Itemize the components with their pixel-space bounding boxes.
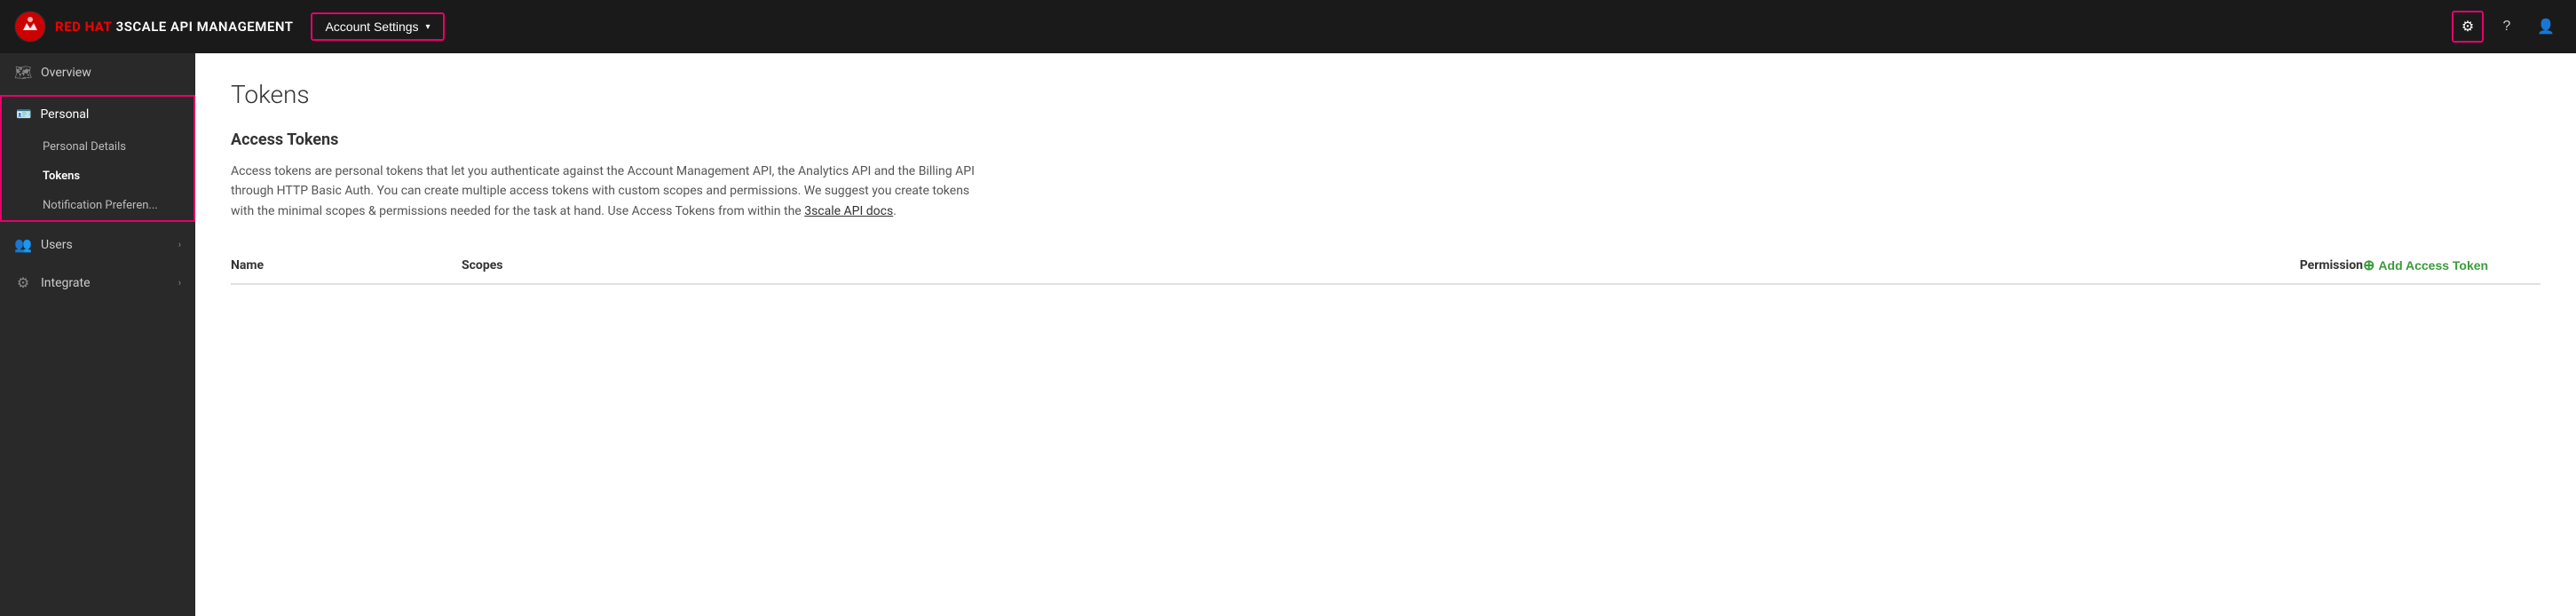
sidebar-item-personal-details[interactable]: Personal Details bbox=[2, 132, 194, 162]
access-tokens-section-title: Access Tokens bbox=[231, 130, 2540, 149]
integrate-arrow-icon: › bbox=[178, 277, 181, 288]
chevron-down-icon: ▾ bbox=[426, 22, 431, 32]
sidebar-item-users[interactable]: 👥 Users › bbox=[0, 225, 195, 264]
tokens-label: Tokens bbox=[43, 170, 80, 183]
account-settings-button[interactable]: Account Settings ▾ bbox=[311, 12, 444, 41]
gear-settings-button[interactable]: ⚙ bbox=[2452, 11, 2484, 43]
table-header: Name Scopes Permission ⊕ Add Access Toke… bbox=[231, 248, 2540, 285]
integrate-icon: ⚙ bbox=[14, 274, 32, 291]
main-content: Tokens Access Tokens Access tokens are p… bbox=[195, 53, 2576, 616]
user-button[interactable]: 👤 bbox=[2530, 11, 2562, 43]
plus-icon: ⊕ bbox=[2363, 257, 2375, 274]
sidebar-personal-label: Personal bbox=[40, 107, 89, 122]
page-title: Tokens bbox=[231, 80, 2540, 109]
sidebar: 🗺 Overview 🪪 Personal Personal Details T… bbox=[0, 53, 195, 616]
col-scopes-header: Scopes bbox=[462, 258, 2203, 272]
personal-icon: 🪪 bbox=[16, 107, 31, 122]
logo-area: RED HAT 3SCALE API MANAGEMENT bbox=[14, 11, 293, 43]
overview-icon: 🗺 bbox=[14, 64, 32, 81]
logo-text: RED HAT 3SCALE API MANAGEMENT bbox=[55, 19, 293, 35]
redhat-logo-icon bbox=[14, 11, 46, 43]
users-arrow-icon: › bbox=[178, 239, 181, 250]
sidebar-integrate-label: Integrate bbox=[41, 276, 91, 290]
col-action-header: ⊕ Add Access Token bbox=[2363, 257, 2540, 274]
description-text-end: . bbox=[893, 204, 897, 218]
help-button[interactable]: ? bbox=[2491, 11, 2523, 43]
api-docs-link[interactable]: 3scale API docs bbox=[804, 204, 893, 218]
notification-label: Notification Preferen... bbox=[43, 199, 158, 212]
sidebar-item-tokens[interactable]: Tokens bbox=[2, 162, 194, 191]
gear-icon: ⚙ bbox=[2461, 18, 2474, 36]
sidebar-section-personal: 🪪 Personal Personal Details Tokens Notif… bbox=[0, 95, 195, 222]
sidebar-item-overview[interactable]: 🗺 Overview bbox=[0, 53, 195, 91]
col-name-header: Name bbox=[231, 258, 462, 272]
top-navigation: RED HAT 3SCALE API MANAGEMENT Account Se… bbox=[0, 0, 2576, 53]
sidebar-item-notification-preferences[interactable]: Notification Preferen... bbox=[2, 191, 194, 220]
help-icon: ? bbox=[2503, 19, 2511, 35]
users-icon: 👥 bbox=[14, 236, 32, 253]
user-icon: 👤 bbox=[2537, 18, 2555, 36]
add-token-label: Add Access Token bbox=[2378, 258, 2488, 272]
access-tokens-description: Access tokens are personal tokens that l… bbox=[231, 162, 994, 221]
sidebar-users-label: Users bbox=[41, 238, 73, 252]
account-settings-label: Account Settings bbox=[325, 20, 418, 34]
col-permission-header: Permission bbox=[2203, 258, 2363, 272]
topnav-left: RED HAT 3SCALE API MANAGEMENT Account Se… bbox=[14, 11, 445, 43]
personal-details-label: Personal Details bbox=[43, 140, 126, 154]
sidebar-item-personal[interactable]: 🪪 Personal bbox=[2, 97, 194, 132]
topnav-right: ⚙ ? 👤 bbox=[2452, 11, 2562, 43]
add-access-token-button[interactable]: ⊕ Add Access Token bbox=[2363, 257, 2488, 274]
main-layout: 🗺 Overview 🪪 Personal Personal Details T… bbox=[0, 53, 2576, 616]
sidebar-item-overview-label: Overview bbox=[41, 66, 91, 80]
sidebar-item-integrate[interactable]: ⚙ Integrate › bbox=[0, 264, 195, 302]
